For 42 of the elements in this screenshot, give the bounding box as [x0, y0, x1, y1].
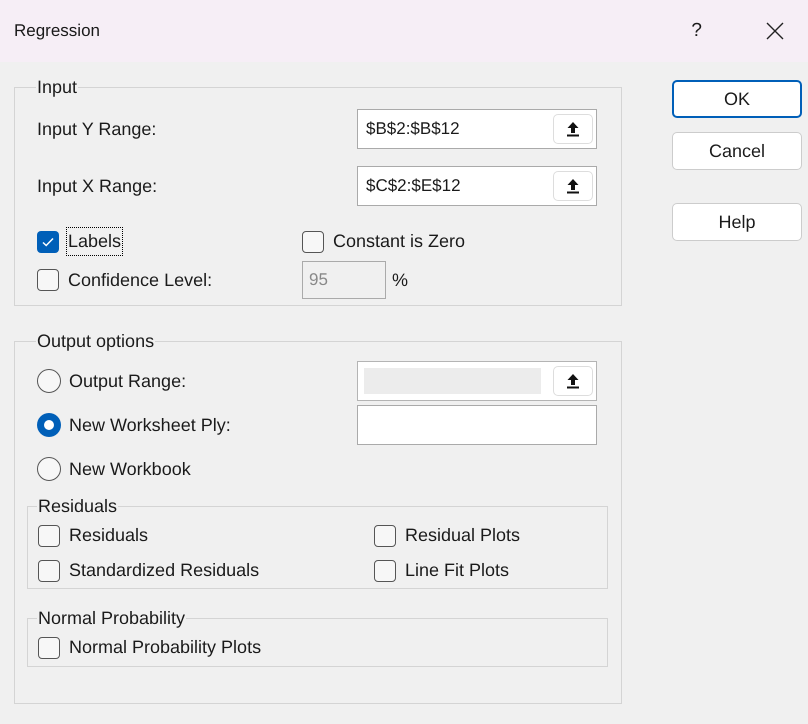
range-label: Input Y Range:	[37, 118, 158, 141]
checkbox[interactable]	[37, 230, 59, 252]
radio-button[interactable]	[37, 457, 61, 481]
help-button[interactable]: ?	[691, 16, 702, 46]
checkbox-label: Line Fit Plots	[404, 559, 510, 582]
radio-label: Output Range:	[69, 370, 186, 393]
dialog-button[interactable]: Help	[672, 203, 802, 241]
group-title: Input	[36, 76, 78, 99]
percent-sign: %	[392, 268, 408, 292]
close-button[interactable]	[764, 20, 786, 42]
group-title: Residuals	[37, 495, 118, 518]
checkbox-label: Constant is Zero	[332, 230, 466, 253]
checkbox[interactable]	[374, 524, 396, 546]
range-label: Input X Range:	[37, 174, 158, 198]
upload-arrow-icon	[566, 121, 580, 137]
checkbox-label: Residual Plots	[404, 524, 522, 547]
range-picker-button[interactable]	[553, 114, 593, 144]
checkbox[interactable]	[38, 560, 60, 582]
checkbox[interactable]	[38, 636, 60, 658]
upload-arrow-icon	[566, 373, 580, 389]
worksheet-name-field[interactable]	[357, 405, 597, 445]
checkbox[interactable]	[374, 560, 396, 582]
range-field[interactable]: $B$2:$B$12	[357, 109, 597, 149]
window-title: Regression	[14, 20, 100, 42]
close-icon	[766, 22, 784, 40]
group-title: Output options	[36, 330, 156, 353]
radio-label: New Workbook	[69, 458, 191, 480]
group-title: Normal Probability	[37, 607, 186, 630]
checkbox-label: Residuals	[68, 524, 150, 547]
dialog-button[interactable]: Cancel	[672, 132, 802, 170]
radio-button[interactable]	[37, 413, 61, 437]
checkbox-label: Standardized Residuals	[68, 559, 260, 582]
checkbox[interactable]	[302, 230, 324, 252]
radio-label: New Worksheet Ply:	[69, 414, 231, 437]
dialog-button[interactable]: OK	[672, 80, 802, 118]
upload-arrow-icon	[566, 178, 580, 194]
checkbox-label: Labels	[67, 228, 122, 255]
checkbox[interactable]	[38, 524, 60, 546]
range-picker-button[interactable]	[553, 171, 593, 201]
checkbox-label: Confidence Level:	[67, 268, 214, 292]
range-field[interactable]: $C$2:$E$12	[357, 166, 597, 206]
checkbox-label: Normal Probability Plots	[68, 636, 262, 659]
